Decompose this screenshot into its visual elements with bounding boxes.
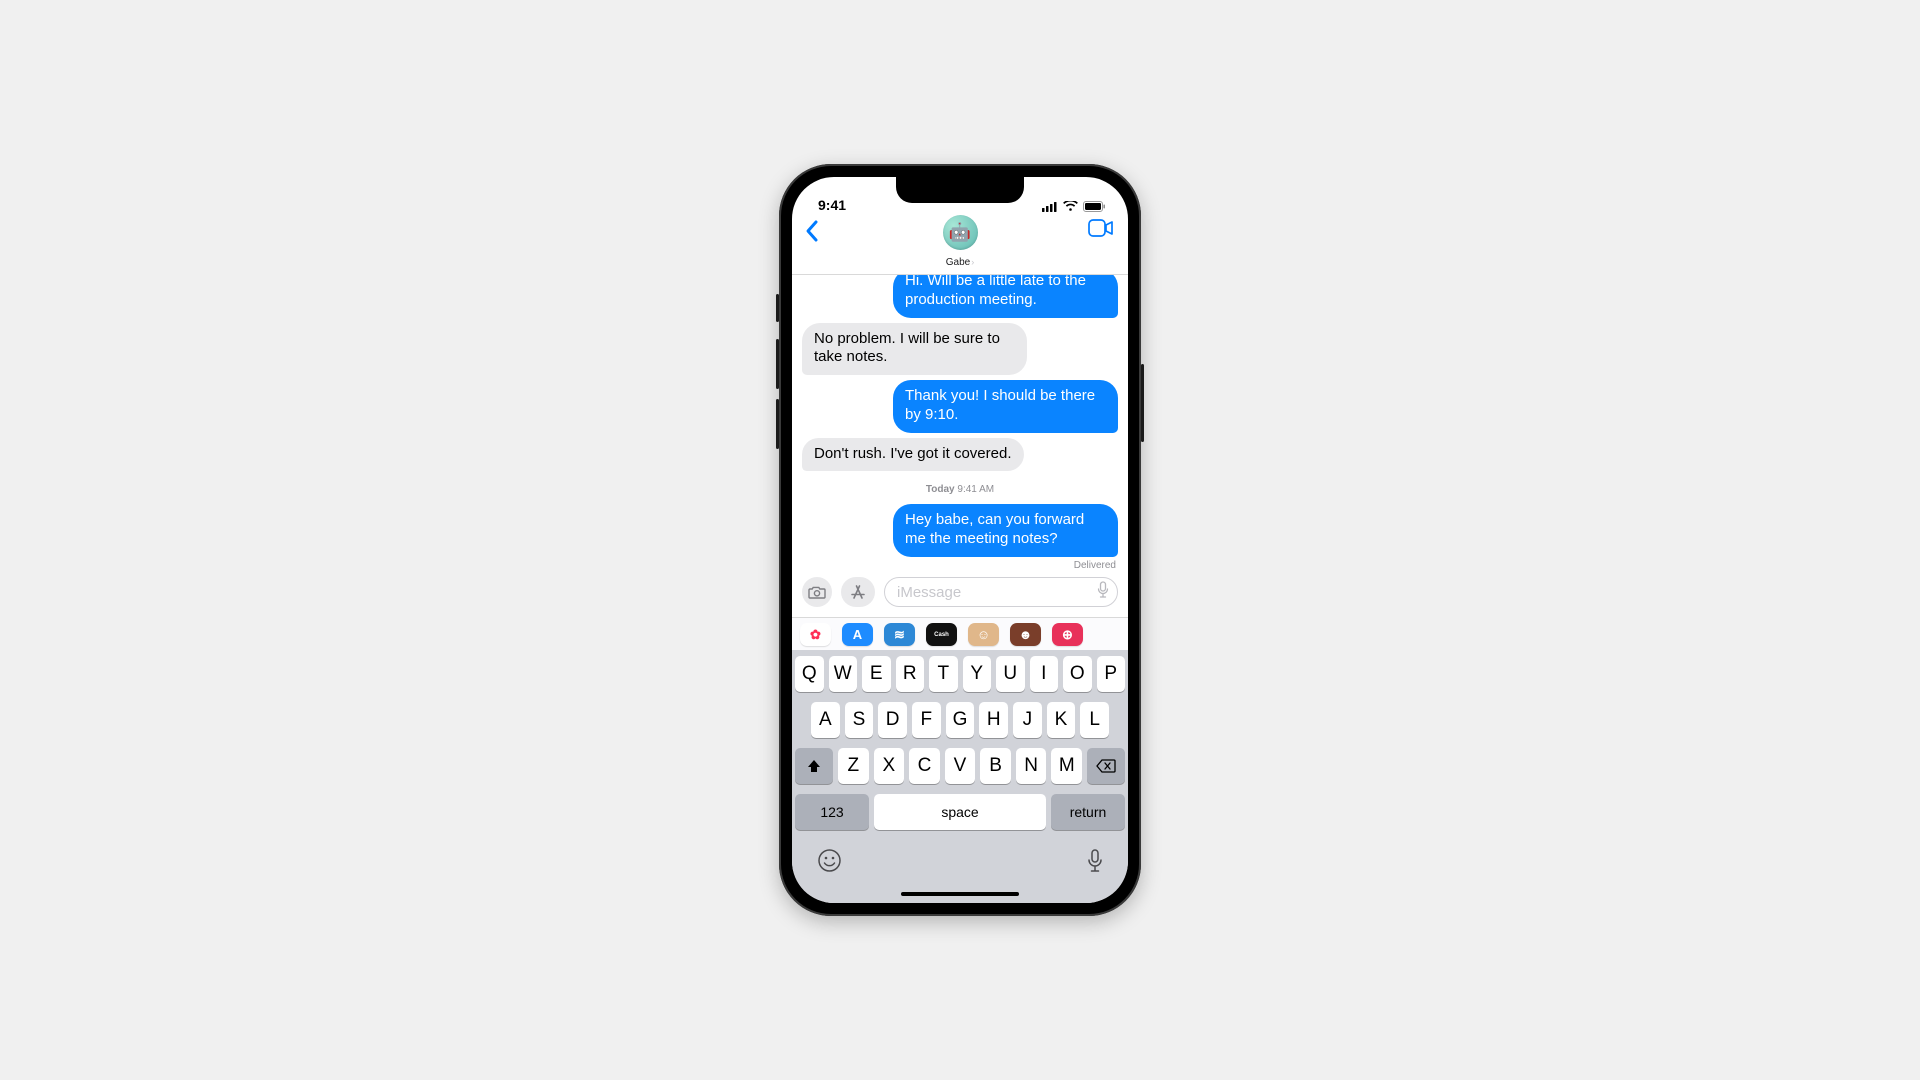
key-u[interactable]: U — [996, 656, 1025, 692]
key-w[interactable]: W — [829, 656, 858, 692]
animoji-app-icon[interactable]: ☻ — [1010, 623, 1041, 646]
keyboard: QWERTYUIOP ASDFGHJKL ZXCVBNM 123 space r… — [792, 650, 1128, 903]
appstore-app-icon[interactable]: A — [842, 623, 873, 646]
message-sent[interactable]: Hey babe, can you forward me the meeting… — [893, 504, 1118, 557]
message-input-bar: iMessage — [792, 574, 1128, 617]
message-placeholder: iMessage — [897, 584, 961, 601]
message-sent[interactable]: Hi. Will be a little late to the product… — [893, 275, 1118, 318]
applecash-app-icon[interactable]: Cash — [926, 623, 957, 646]
camera-button[interactable] — [802, 577, 832, 607]
chevron-right-icon: › — [971, 257, 974, 267]
battery-icon — [1083, 201, 1106, 212]
imessage-app-strip[interactable]: ✿ A ≋ Cash ☺ ☻ ⊕ — [792, 617, 1128, 650]
appstore-button[interactable] — [841, 577, 875, 607]
key-c[interactable]: C — [909, 748, 940, 784]
mic-icon[interactable] — [1097, 581, 1109, 603]
dictation-key[interactable] — [1087, 849, 1103, 878]
photos-app-icon[interactable]: ✿ — [800, 623, 831, 646]
backspace-key[interactable] — [1087, 748, 1125, 784]
return-key[interactable]: return — [1051, 794, 1125, 830]
message-received[interactable]: No problem. I will be sure to take notes… — [802, 323, 1027, 376]
key-k[interactable]: K — [1047, 702, 1076, 738]
delivered-label: Delivered — [802, 560, 1118, 571]
messages-list[interactable]: Hi. Will be a little late to the product… — [792, 275, 1128, 574]
message-received[interactable]: Don't rush. I've got it covered. — [802, 438, 1024, 472]
key-n[interactable]: N — [1016, 748, 1047, 784]
facetime-button[interactable] — [1088, 219, 1114, 242]
key-h[interactable]: H — [979, 702, 1008, 738]
key-m[interactable]: M — [1051, 748, 1082, 784]
message-input[interactable]: iMessage — [884, 577, 1118, 607]
notch — [896, 177, 1024, 203]
key-d[interactable]: D — [878, 702, 907, 738]
shift-key[interactable] — [795, 748, 833, 784]
message-sent[interactable]: Thank you! I should be there by 9:10. — [893, 380, 1118, 433]
key-e[interactable]: E — [862, 656, 891, 692]
key-t[interactable]: T — [929, 656, 958, 692]
numbers-key[interactable]: 123 — [795, 794, 869, 830]
contact-name: Gabe — [946, 257, 970, 268]
audio-app-icon[interactable]: ≋ — [884, 623, 915, 646]
key-v[interactable]: V — [945, 748, 976, 784]
key-y[interactable]: Y — [963, 656, 992, 692]
key-q[interactable]: Q — [795, 656, 824, 692]
emoji-key[interactable] — [817, 848, 842, 878]
timestamp-divider: Today 9:41 AM — [802, 484, 1118, 495]
key-s[interactable]: S — [845, 702, 874, 738]
key-i[interactable]: I — [1030, 656, 1059, 692]
key-a[interactable]: A — [811, 702, 840, 738]
back-button[interactable] — [804, 219, 820, 248]
key-x[interactable]: X — [874, 748, 905, 784]
key-g[interactable]: G — [946, 702, 975, 738]
key-o[interactable]: O — [1063, 656, 1092, 692]
key-b[interactable]: B — [980, 748, 1011, 784]
status-time: 9:41 — [818, 197, 846, 213]
contact-header[interactable]: 🤖 Gabe› — [943, 215, 978, 270]
key-r[interactable]: R — [896, 656, 925, 692]
key-f[interactable]: F — [912, 702, 941, 738]
wifi-icon — [1063, 201, 1078, 212]
avatar: 🤖 — [943, 215, 978, 250]
key-l[interactable]: L — [1080, 702, 1109, 738]
home-indicator[interactable] — [901, 892, 1019, 896]
cellular-icon — [1042, 201, 1058, 212]
key-j[interactable]: J — [1013, 702, 1042, 738]
hashtag-app-icon[interactable]: ⊕ — [1052, 623, 1083, 646]
iphone-frame: 9:41 🤖 Gabe› — [779, 164, 1141, 916]
key-z[interactable]: Z — [838, 748, 869, 784]
space-key[interactable]: space — [874, 794, 1046, 830]
nav-bar: 🤖 Gabe› — [792, 213, 1128, 275]
key-p[interactable]: P — [1097, 656, 1126, 692]
memoji-app-icon[interactable]: ☺ — [968, 623, 999, 646]
